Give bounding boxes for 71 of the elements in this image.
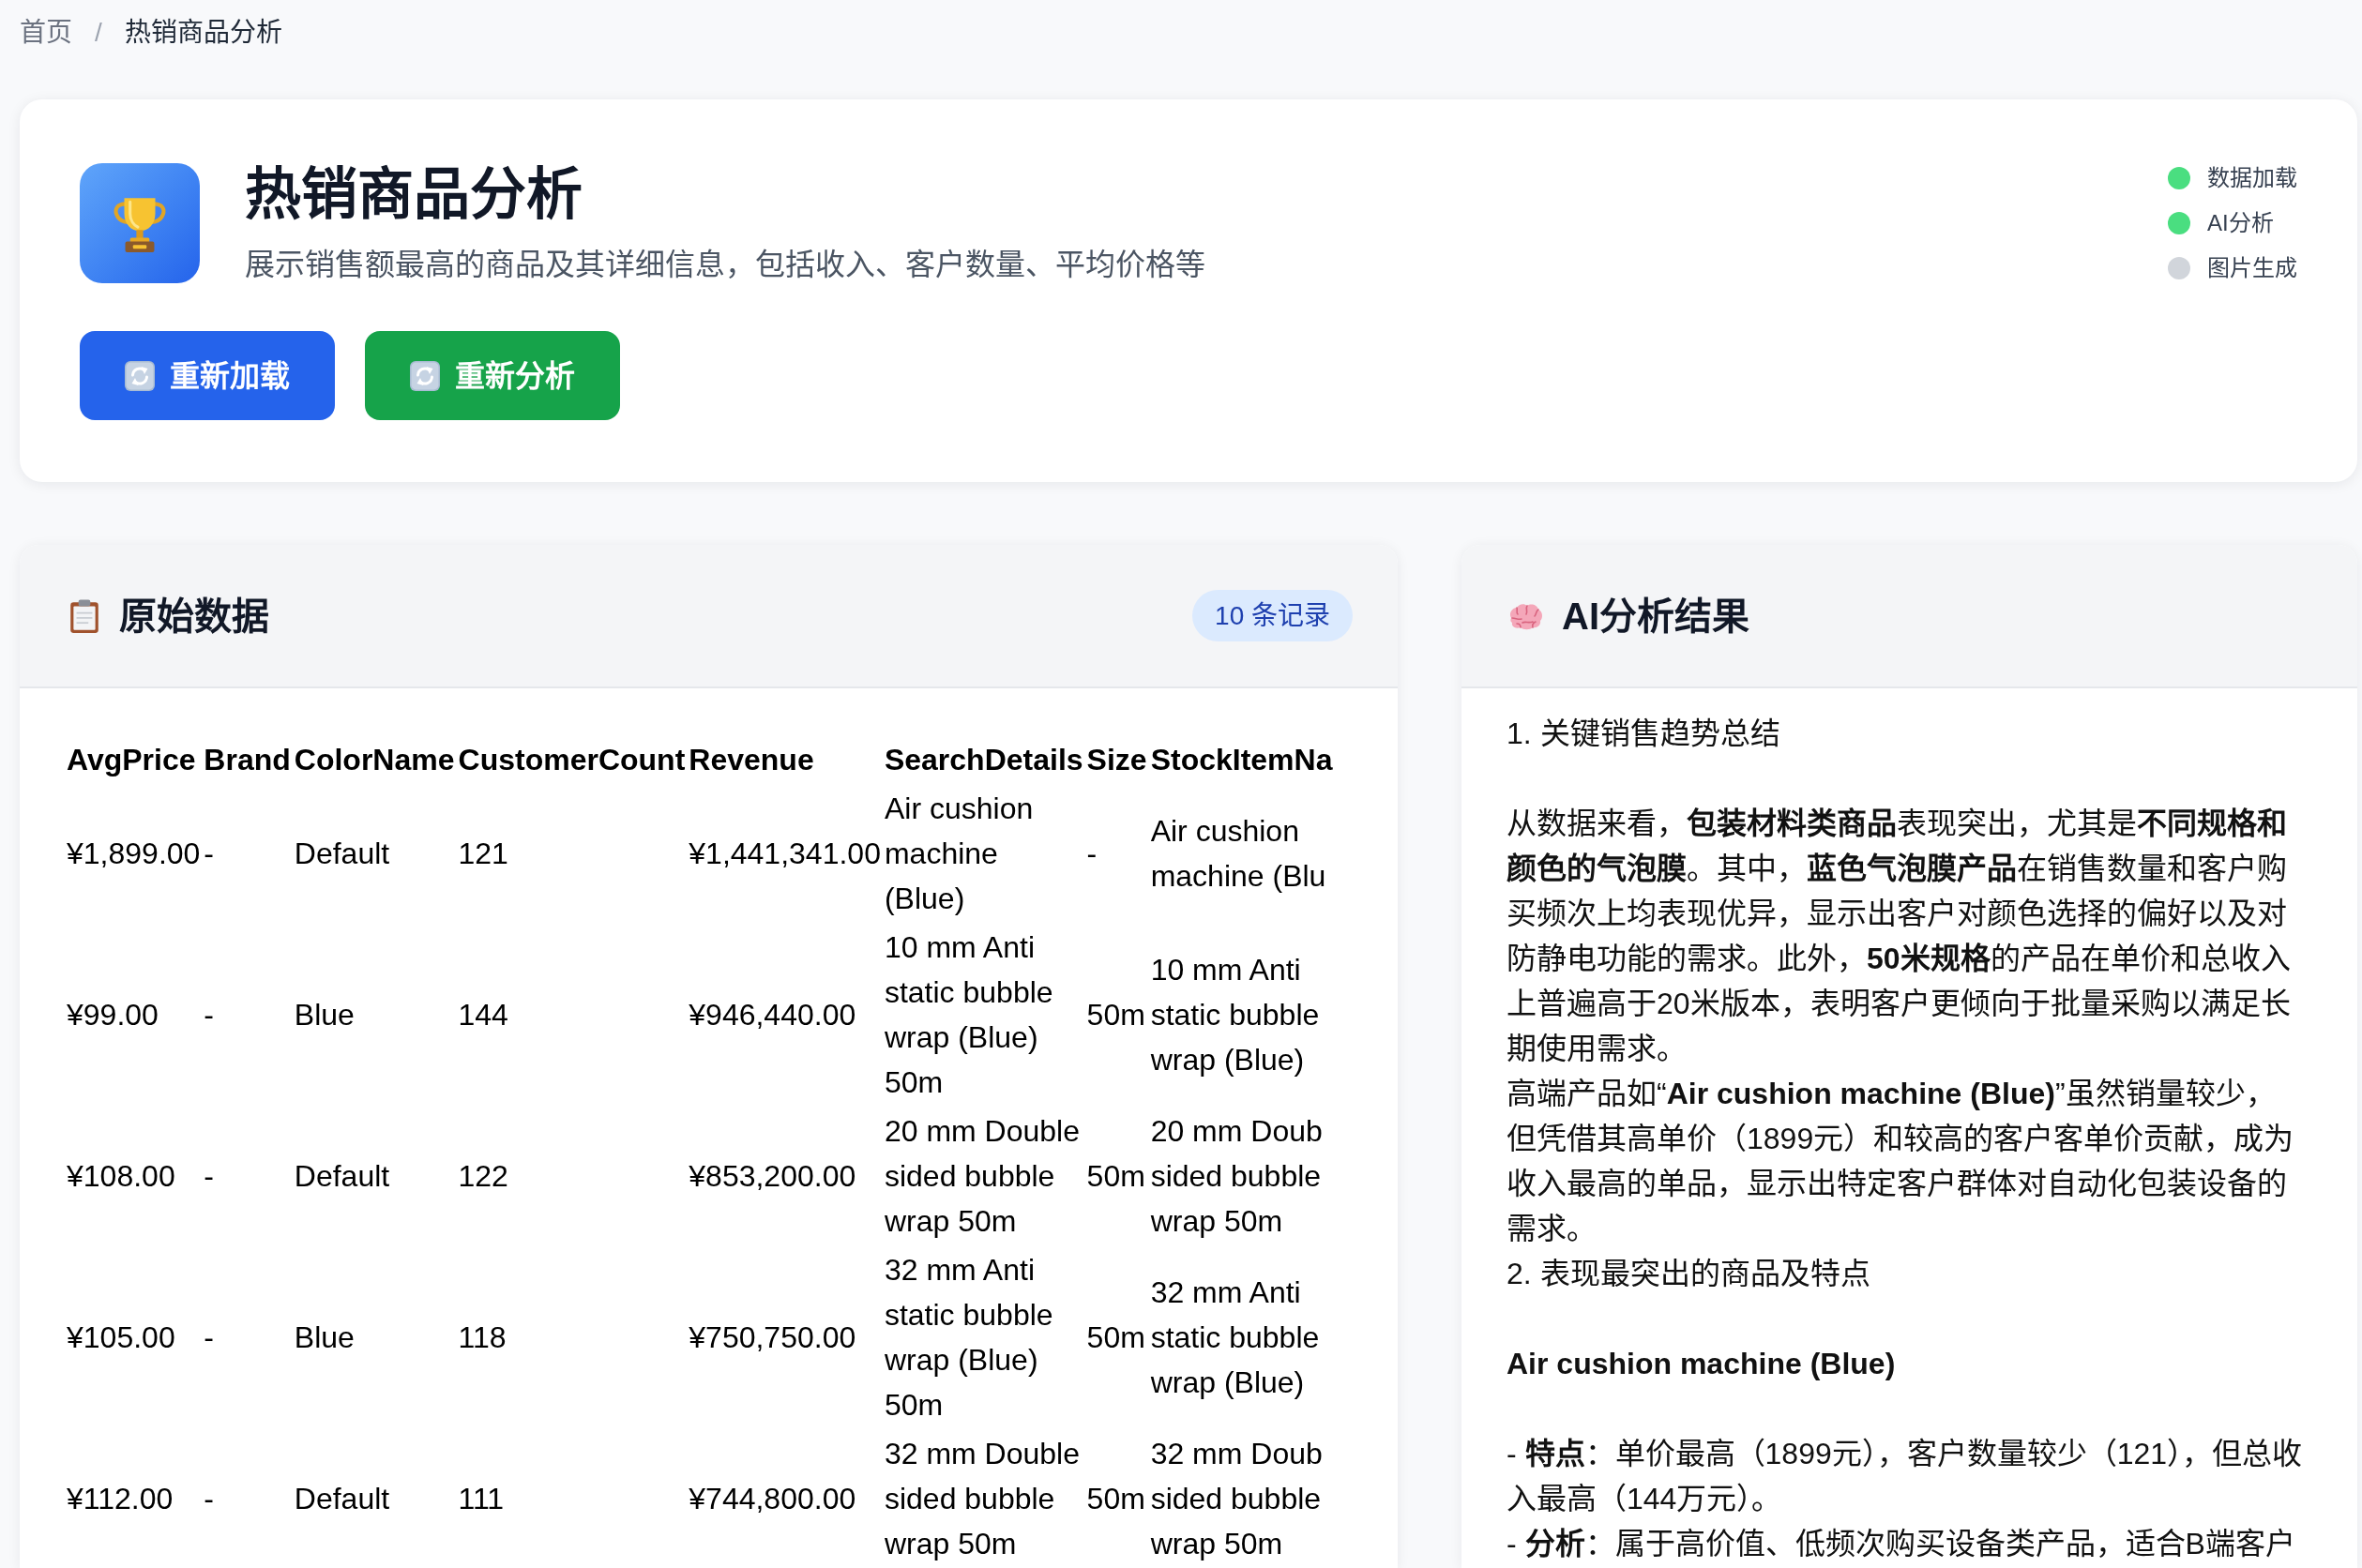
column-header: Brand [203,742,292,778]
table-cell-text: - [203,997,215,1033]
status-label: AI分析 [2207,209,2274,237]
table-cell-text: 50m [1085,997,1146,1033]
column-header: Revenue [688,742,815,778]
table-cell-text: ¥744,800.00 [688,1481,857,1517]
table-cell-text: 50m [1085,1481,1146,1517]
breadcrumb-current: 热销商品分析 [124,17,282,49]
breadcrumb-separator: / [95,17,102,49]
section-heading: 1. 关键销售趋势总结 [1507,716,1781,752]
table-cell-text: 32 mm Double sided bubble wrap 50m [883,1436,1081,1562]
table-cell-text: - [203,1481,215,1517]
table-cell-text: Air cushion machine (Blue) [883,791,1035,917]
table-cell-text: ¥108.00 [66,1158,176,1195]
card-title: 原始数据 [119,594,269,639]
table-cell-text: ¥853,200.00 [688,1158,857,1195]
record-count-badge: 10 条记录 [1192,590,1353,641]
table-cell-text: 121 [457,836,509,872]
refresh-icon [410,360,440,391]
table-cell-text: Default [293,1481,391,1517]
column-header: AvgPrice [66,742,197,778]
table-cell-text: - [203,1158,215,1195]
table-cell-text: 32 mm Doub sided bubble wrap 50m [1149,1436,1324,1562]
table-cell-text: 10 mm Anti static bubble wrap (Blue) 50m [883,929,1054,1101]
column-header: CustomerCount [457,742,687,778]
status-label: 数据加载 [2207,164,2297,192]
analysis-paragraph: - 分析：属于高价值、低频次购买设备类产品，适合B端客户 [1507,1526,2296,1562]
page-title: 热销商品分析 [245,162,583,228]
trophy-icon [80,163,200,283]
product-heading: Air cushion machine (Blue) [1507,1346,1897,1382]
table-cell-text: 32 mm Anti static bubble wrap (Blue) 50m [883,1252,1054,1424]
table-cell-text: - [203,1319,215,1356]
table-cell-text: 32 mm Anti static bubble wrap (Blue) [1149,1274,1321,1401]
table-cell-text: Blue [293,997,356,1033]
table-cell-text: - [203,836,215,872]
table-cell-text: 118 [457,1319,507,1356]
table-cell-text: ¥1,441,341.00 [688,836,882,872]
table-cell-text: 50m [1085,1158,1146,1195]
table-cell-text: 111 [457,1481,506,1517]
table-cell-text: ¥946,440.00 [688,997,857,1033]
section-heading: 2. 表现最突出的商品及特点 [1507,1256,1871,1292]
table-cell-text: Blue [293,1319,356,1356]
table-cell-text: 50m [1085,1319,1146,1356]
refresh-icon [125,360,155,391]
analysis-paragraph: 从数据来看，包装材料类商品表现突出，尤其是不同规格和颜色的气泡膜。其中，蓝色气泡膜产品在销售数量和客户购买频次上均表现优异，显示出客户对颜色选择的偏好以及对防静电功能的需求。此外，50米规格的产品在单价和总收入上普遍高于20米版本，表明客户更倾向于批量采购以满足长期使用需求。 [1507,806,2292,1067]
reload-button[interactable]: 重新加载 [80,331,335,420]
column-header: ColorName [293,742,456,778]
column-header: StockItemNa [1149,742,1334,778]
table-cell-text: Air cushion machine (Blu [1149,813,1327,895]
card-title: AI分析结果 [1562,594,1749,639]
table-cell-text: ¥99.00 [66,997,159,1033]
table-cell-text: 20 mm Double sided bubble wrap 50m [883,1113,1081,1240]
table-cell-text: 20 mm Doub sided bubble wrap 50m [1149,1113,1324,1240]
column-header: Size [1085,742,1148,778]
table-cell-text: 122 [457,1158,509,1195]
table-cell-text: ¥112.00 [66,1481,174,1517]
table-cell-text: ¥1,899.00 [66,836,202,872]
table-cell-text: 10 mm Anti static bubble wrap (Blue) [1149,952,1321,1078]
page-subtitle: 展示销售额最高的商品及其详细信息，包括收入、客户数量、平均价格等 [245,247,1205,283]
table-cell-text: 144 [457,997,509,1033]
status-label: 图片生成 [2207,254,2297,282]
column-header: SearchDetails [883,742,1084,778]
table-cell-text: - [1085,836,1098,872]
analysis-paragraph: 高端产品如“Air cushion machine (Blue)”虽然销量较少，但凭借其高单价（1899元）和较高的客户客单价贡献，成为收入最高的单品，显示出特定客户群体对自动化包装设备的需求。 [1507,1076,2295,1247]
analysis-paragraph: - 特点：单价最高（1899元），客户数量较少（121），但总收入最高（144万元）。 [1507,1436,2304,1517]
breadcrumb-link[interactable]: 首页 [20,14,72,52]
reanalyze-button[interactable]: 重新分析 [365,331,620,420]
table-cell-text: Default [293,836,391,872]
table-cell-text: Default [293,1158,391,1195]
table-cell-text: ¥750,750.00 [688,1319,857,1356]
table-cell-text: ¥105.00 [66,1319,176,1356]
